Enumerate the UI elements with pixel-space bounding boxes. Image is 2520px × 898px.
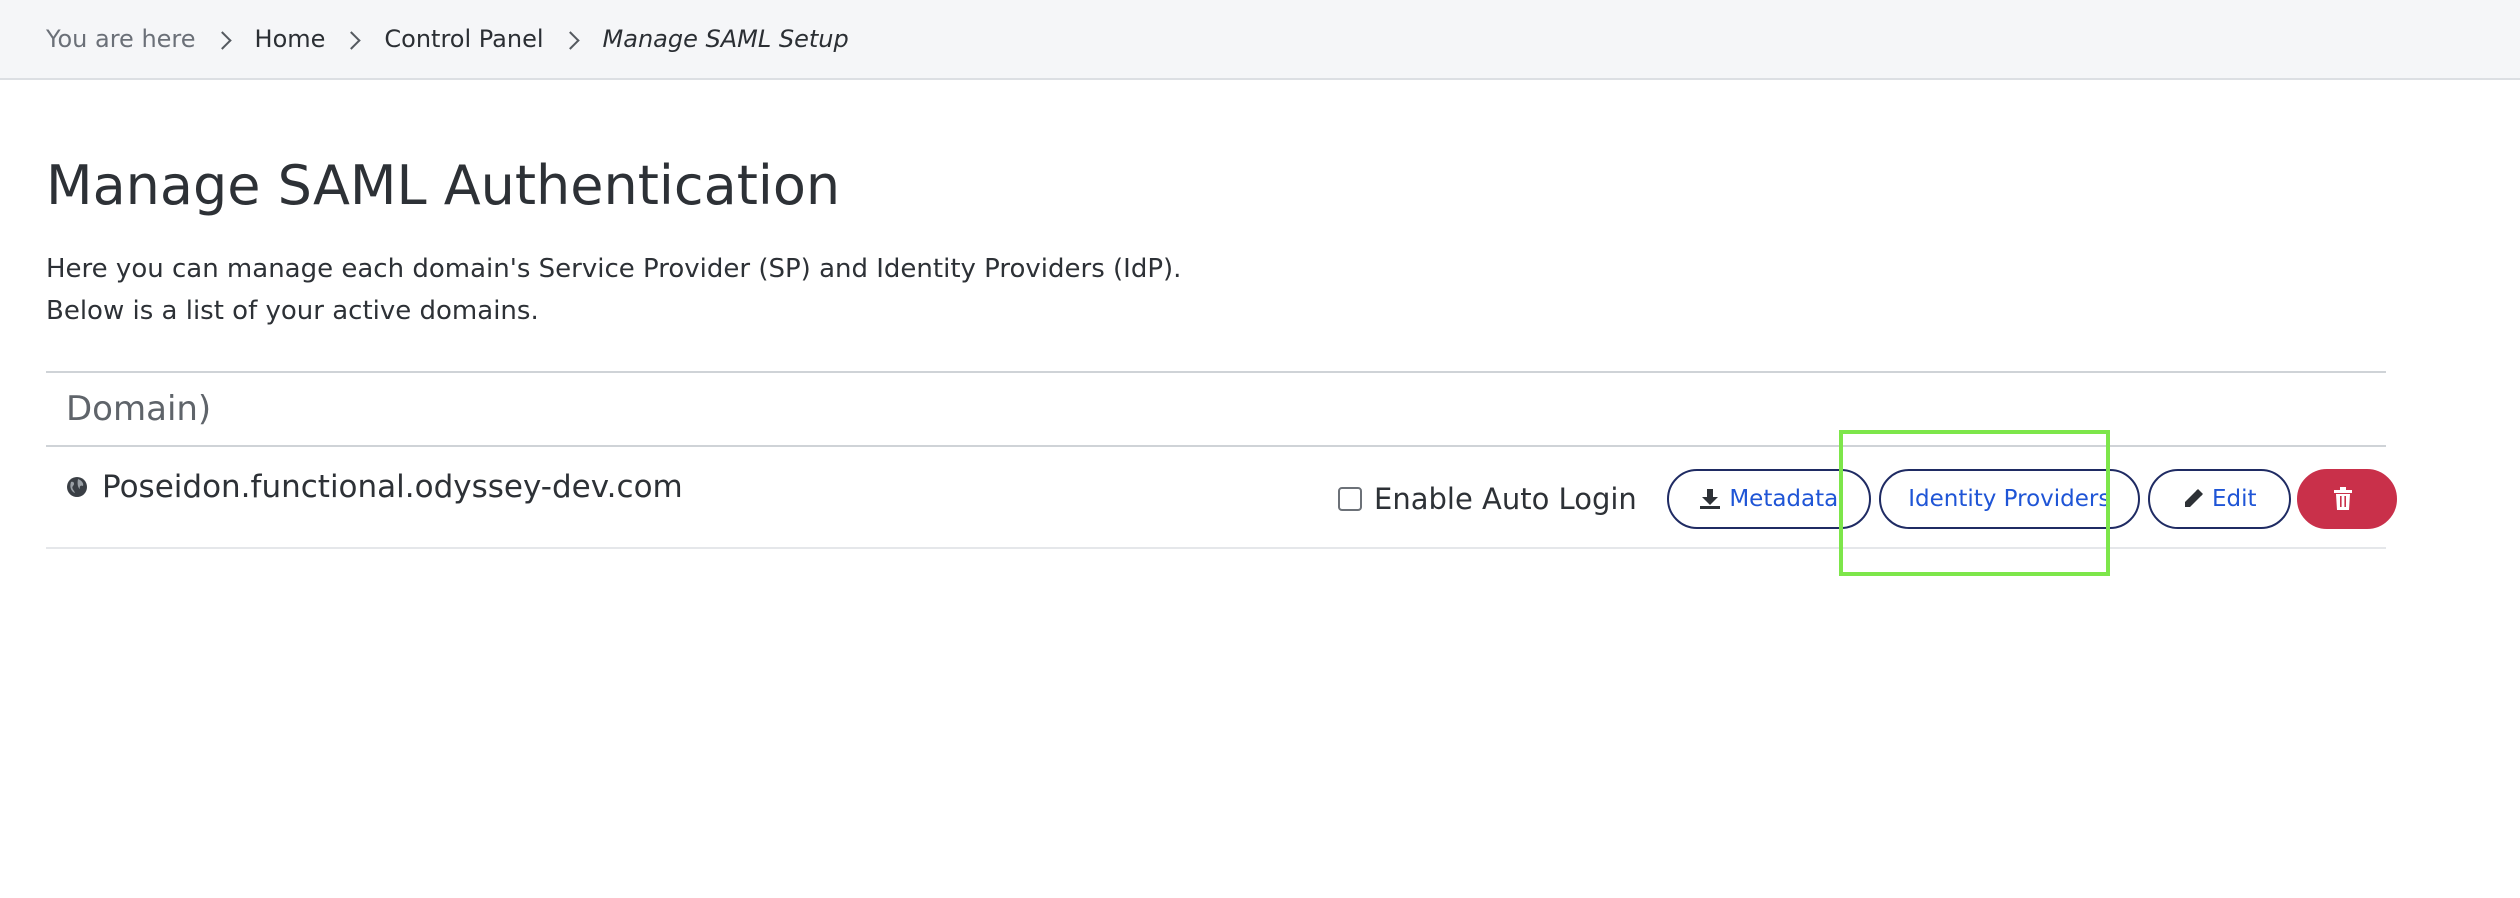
chevron-right-icon [342, 30, 362, 50]
domain-cell: Poseidon.functional.odyssey-dev.com [66, 469, 683, 505]
domain-name: Poseidon.functional.odyssey-dev.com [102, 469, 683, 505]
intro-line-2: Below is a list of your active domains. [46, 296, 539, 326]
pencil-icon [2185, 489, 2204, 507]
page-title: Manage SAML Authentication [46, 154, 841, 217]
globe-icon [67, 477, 87, 497]
intro-line-1: Here you can manage each domain's Servic… [46, 254, 1182, 284]
enable-auto-login-checkbox[interactable] [1338, 487, 1362, 511]
domains-table: Domain) Poseidon.functional.odyssey-dev.… [46, 371, 2397, 549]
chevron-right-icon [560, 30, 580, 50]
trash-icon [2333, 487, 2352, 510]
breadcrumb-bar: You are here Home Control Panel Manage S… [0, 0, 2520, 80]
breadcrumb-current: Manage SAML Setup [602, 25, 849, 53]
intro-text: Here you can manage each domain's Servic… [46, 248, 1181, 332]
table-row: Poseidon.functional.odyssey-dev.com Enab… [46, 447, 2397, 549]
metadata-button[interactable]: Metadata [1666, 469, 1871, 529]
download-icon [1700, 489, 1721, 509]
edit-button[interactable]: Edit [2147, 469, 2291, 529]
row-actions: Enable Auto Login Metadata Identity Prov… [1338, 469, 2397, 529]
column-header-domain: Domain) [66, 389, 212, 429]
delete-button[interactable] [2296, 469, 2397, 529]
enable-auto-login-label: Enable Auto Login [1374, 482, 1637, 516]
enable-auto-login-toggle[interactable]: Enable Auto Login [1338, 482, 1637, 516]
identity-providers-button[interactable]: Identity Providers [1878, 469, 2140, 529]
identity-providers-button-label: Identity Providers [1908, 486, 2111, 512]
breadcrumb-control-panel-link[interactable]: Control Panel [384, 25, 543, 53]
edit-button-label: Edit [2212, 486, 2257, 512]
breadcrumb: You are here Home Control Panel Manage S… [46, 0, 849, 78]
breadcrumb-home-link[interactable]: Home [255, 25, 326, 53]
chevron-right-icon [212, 30, 232, 50]
table-header: Domain) [46, 371, 2386, 447]
metadata-button-label: Metadata [1729, 486, 1839, 512]
breadcrumb-prefix: You are here [46, 25, 196, 53]
